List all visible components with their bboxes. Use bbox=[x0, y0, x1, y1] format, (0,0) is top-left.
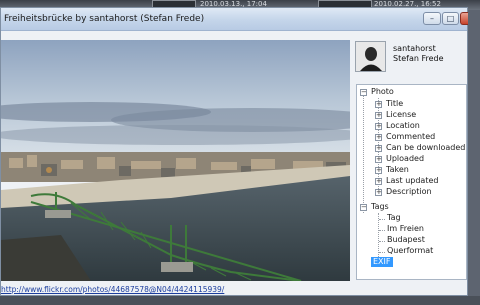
tree-node-license[interactable]: License bbox=[386, 110, 416, 120]
tree-node-last-updated[interactable]: Last updated bbox=[386, 176, 438, 186]
expand-icon[interactable]: + bbox=[375, 156, 382, 163]
desktop-taskbar-strip bbox=[0, 296, 480, 305]
tree-node-budapest[interactable]: Budapest bbox=[387, 235, 425, 245]
tree-node-querformat[interactable]: Querformat bbox=[387, 246, 433, 256]
tree-connector bbox=[378, 213, 379, 263]
expand-icon[interactable]: + bbox=[375, 134, 382, 141]
user-name: santahorst bbox=[393, 44, 436, 53]
tree-node-exif[interactable]: EXIF bbox=[371, 257, 393, 267]
tree-node-tags[interactable]: Tags bbox=[371, 202, 389, 212]
expand-icon[interactable]: + bbox=[375, 178, 382, 185]
tree-node-commented[interactable]: Commented bbox=[386, 132, 435, 142]
maximize-button[interactable]: □ bbox=[442, 12, 459, 25]
tree-node-tag[interactable]: Tag bbox=[387, 213, 401, 223]
tree-node-description[interactable]: Description bbox=[386, 187, 432, 197]
tree-connector bbox=[379, 219, 385, 220]
tree-connector bbox=[379, 241, 385, 242]
tree-node-taken[interactable]: Taken bbox=[386, 165, 409, 175]
photo-image[interactable] bbox=[1, 40, 350, 281]
tree-connector bbox=[379, 230, 385, 231]
expand-icon[interactable]: + bbox=[375, 101, 382, 108]
tree-node-title[interactable]: Title bbox=[386, 99, 403, 109]
collapse-icon[interactable]: − bbox=[360, 89, 367, 96]
expand-icon[interactable]: + bbox=[375, 112, 382, 119]
minimize-button[interactable]: – bbox=[423, 12, 441, 25]
collapse-icon[interactable]: − bbox=[360, 204, 367, 211]
expand-icon[interactable]: + bbox=[375, 145, 382, 152]
tree-node-can-be-downloaded[interactable]: Can be downloaded bbox=[386, 143, 465, 153]
user-real-name: Stefan Frede bbox=[393, 54, 444, 63]
tree-node-uploaded[interactable]: Uploaded bbox=[386, 154, 424, 164]
expand-icon[interactable]: + bbox=[375, 189, 382, 196]
expand-icon[interactable]: + bbox=[375, 167, 382, 174]
tree-node-im-freien[interactable]: Im Freien bbox=[387, 224, 424, 234]
metadata-tree: − Photo + Title + License + Location + C… bbox=[356, 84, 467, 280]
window-title: Freiheitsbrücke by santahorst (Stefan Fr… bbox=[4, 14, 205, 24]
close-button[interactable] bbox=[460, 12, 468, 25]
tree-node-location[interactable]: Location bbox=[386, 121, 420, 131]
user-avatar[interactable] bbox=[355, 41, 386, 72]
tree-node-photo[interactable]: Photo bbox=[371, 87, 394, 97]
tree-connector bbox=[379, 252, 385, 253]
photo-url-link[interactable]: http://www.flickr.com/photos/44687578@N0… bbox=[1, 285, 224, 294]
photo-viewer-window: Freiheitsbrücke by santahorst (Stefan Fr… bbox=[0, 7, 468, 296]
tree-connector bbox=[363, 93, 364, 213]
title-bar[interactable]: Freiheitsbrücke by santahorst (Stefan Fr… bbox=[1, 8, 468, 31]
expand-icon[interactable]: + bbox=[375, 123, 382, 130]
